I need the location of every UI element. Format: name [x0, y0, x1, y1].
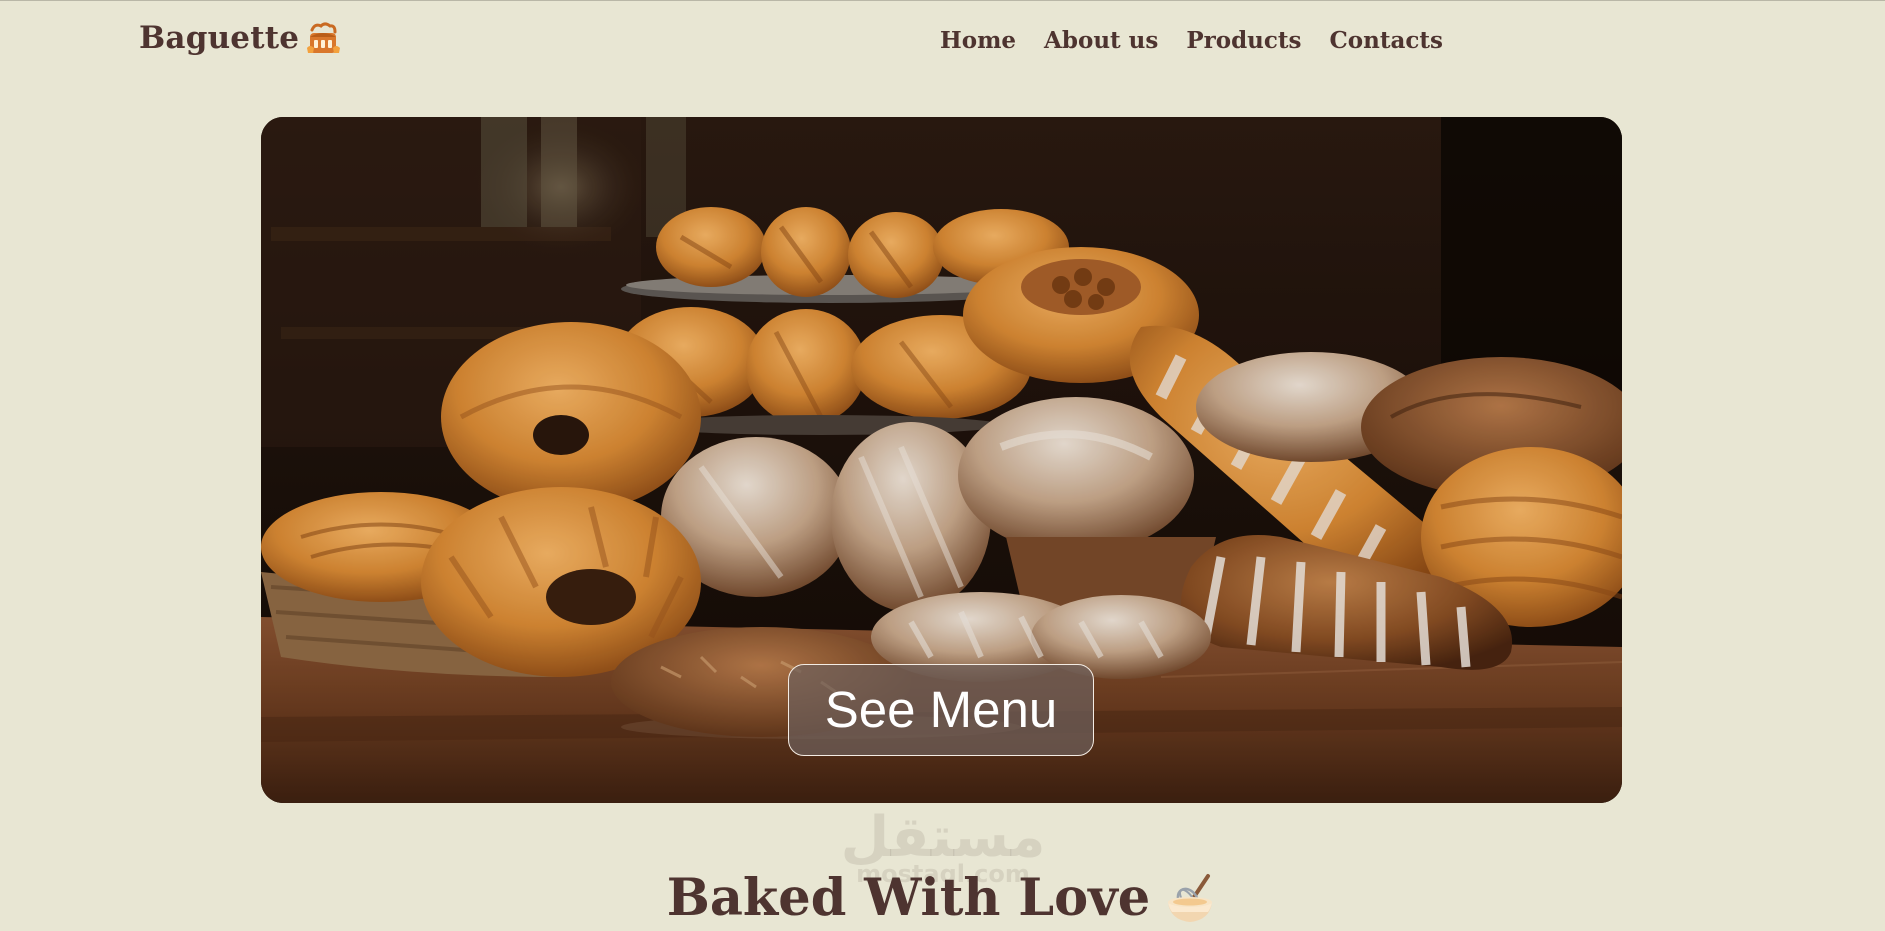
nav-contacts[interactable]: Contacts — [1329, 24, 1442, 58]
brand-name: Baguette — [139, 20, 300, 56]
brand-logo[interactable]: Baguette — [139, 20, 341, 56]
hero-banner: See Menu — [261, 117, 1622, 803]
nav-about-us[interactable]: About us — [1044, 24, 1158, 58]
see-menu-button[interactable]: See Menu — [788, 664, 1094, 756]
heading-text: Baked With Love — [666, 868, 1151, 928]
nav-products[interactable]: Products — [1186, 24, 1301, 58]
nav-home[interactable]: Home — [940, 24, 1016, 58]
mixing-bowl-whisk-icon — [1168, 874, 1213, 922]
top-border — [0, 0, 1885, 1]
bakery-basket-icon — [307, 22, 341, 53]
main-nav: Home About us Products Contacts — [940, 24, 1443, 58]
section-heading: Baked With Love — [0, 866, 1885, 930]
